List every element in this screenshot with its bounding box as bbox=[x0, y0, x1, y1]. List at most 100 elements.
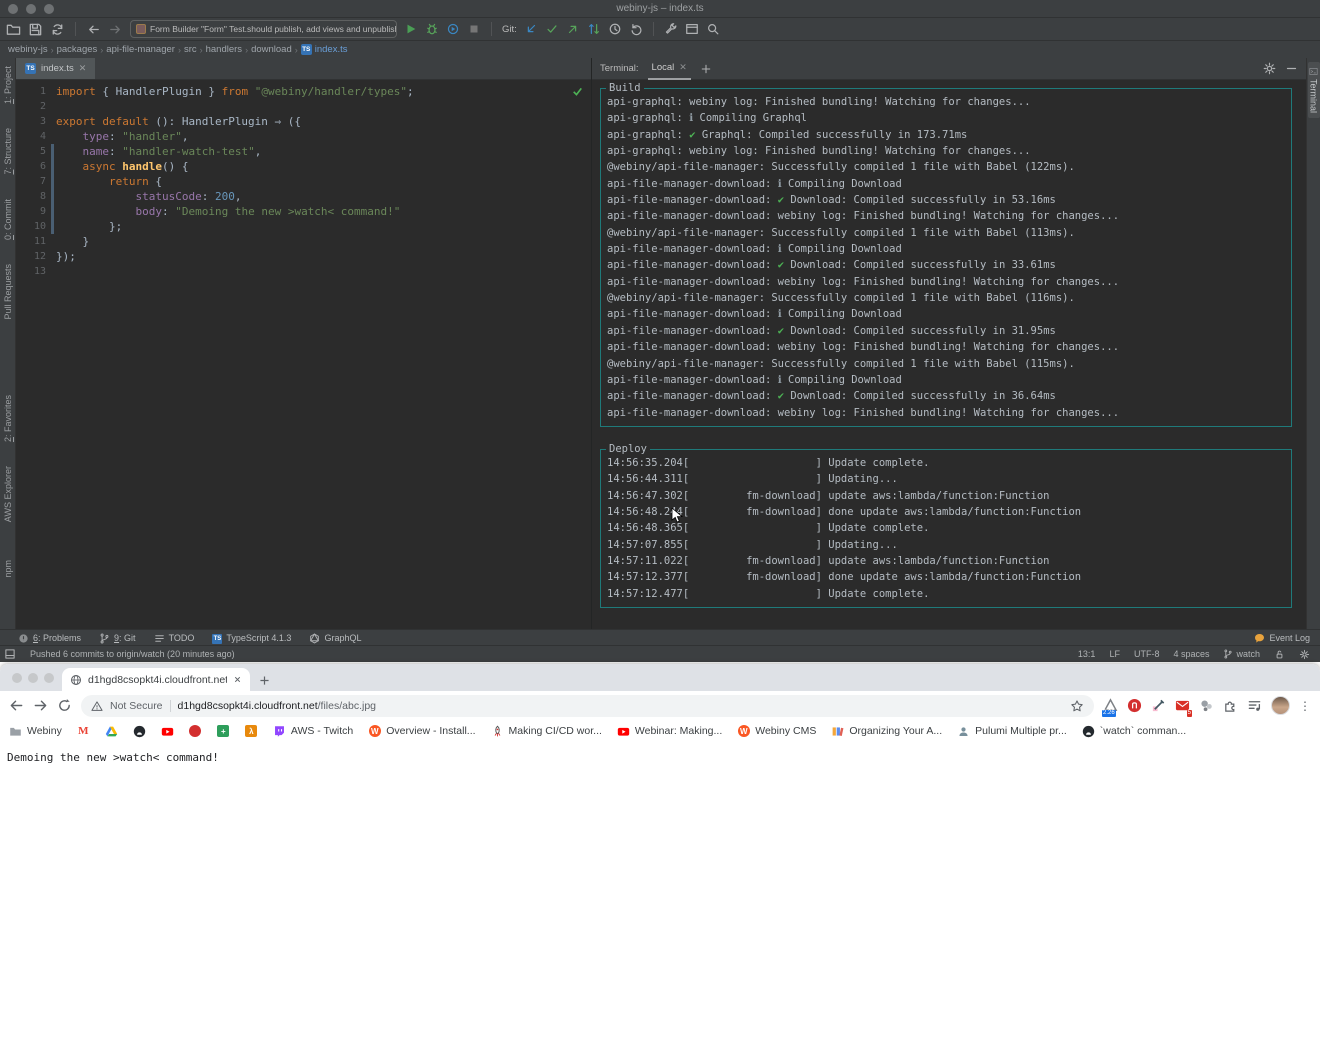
forward-button[interactable] bbox=[33, 698, 48, 713]
browser-menu-icon[interactable]: ⋮ bbox=[1299, 700, 1311, 712]
close-tab-icon[interactable] bbox=[233, 675, 242, 684]
bookmark-star-icon[interactable] bbox=[1070, 699, 1084, 713]
timer-extension-icon[interactable]: 2.26 bbox=[1103, 698, 1118, 713]
close-window-button[interactable] bbox=[12, 673, 22, 683]
bookmark-item[interactable]: M bbox=[77, 725, 90, 738]
stop-button[interactable] bbox=[467, 22, 481, 36]
bookmark-item[interactable] bbox=[133, 725, 146, 738]
status-message[interactable]: Pushed 6 commits to origin/watch (20 min… bbox=[30, 649, 235, 659]
bookmark-item[interactable]: `watch` comman... bbox=[1082, 725, 1186, 738]
history-icon[interactable] bbox=[608, 22, 622, 36]
bookmark-item[interactable] bbox=[189, 725, 202, 738]
tool-window-icon[interactable] bbox=[685, 22, 699, 36]
minimize-window-button[interactable] bbox=[28, 673, 38, 683]
not-secure-warning-icon[interactable] bbox=[91, 700, 103, 712]
rollback-icon[interactable] bbox=[629, 22, 643, 36]
git-branch-widget[interactable]: watch bbox=[1223, 649, 1260, 659]
open-folder-icon[interactable] bbox=[6, 22, 21, 37]
breadcrumb-item[interactable]: src bbox=[184, 44, 197, 55]
run-button[interactable] bbox=[404, 22, 418, 36]
back-button[interactable] bbox=[9, 698, 24, 713]
breadcrumb-item[interactable]: webiny-js bbox=[8, 44, 48, 55]
indent-indicator[interactable]: 4 spaces bbox=[1173, 649, 1209, 659]
extensions-puzzle-icon[interactable] bbox=[1223, 698, 1238, 713]
write-access-lock-icon[interactable] bbox=[1274, 649, 1285, 660]
line-number: 11 bbox=[16, 234, 56, 249]
terminal-tab-local[interactable]: Local ✕ bbox=[648, 57, 691, 80]
breadcrumb-item[interactable]: handlers bbox=[206, 44, 242, 55]
bookmark-item[interactable]: AWS - Twitch bbox=[273, 725, 353, 738]
editor-tab-index-ts[interactable]: TS index.ts ✕ bbox=[16, 58, 95, 79]
save-all-icon[interactable] bbox=[28, 22, 43, 37]
mail-extension-icon[interactable]: 5 bbox=[1175, 698, 1190, 713]
tool-stripe-aws-explorer[interactable]: AWS Explorer bbox=[3, 466, 13, 522]
git-commit-button[interactable] bbox=[545, 22, 559, 36]
tool-stripe-commit[interactable]: 0: Commit bbox=[3, 199, 13, 240]
bookmark-item[interactable]: Webiny bbox=[9, 725, 62, 738]
profile-avatar[interactable] bbox=[1271, 696, 1290, 715]
bookmark-item[interactable]: Pulumi Multiple pr... bbox=[957, 725, 1067, 738]
tool-stripe-pull-requests[interactable]: Pull Requests bbox=[3, 264, 13, 320]
run-configuration-select[interactable]: Form Builder "Form" Test.should publish,… bbox=[130, 20, 397, 38]
highlighting-level-icon[interactable] bbox=[1299, 649, 1310, 660]
debug-button[interactable] bbox=[425, 22, 439, 36]
breadcrumb-item[interactable]: download bbox=[251, 44, 292, 55]
caret-position[interactable]: 13:1 bbox=[1078, 649, 1096, 659]
bookmark-item[interactable]: WWebiny CMS bbox=[737, 725, 816, 738]
git-compare-button[interactable] bbox=[587, 22, 601, 36]
tool-stripe-project[interactable]: 1: Project bbox=[3, 66, 13, 104]
hide-terminal-icon[interactable] bbox=[1285, 62, 1298, 75]
bookmark-item[interactable]: + bbox=[217, 725, 230, 738]
browser-tab[interactable]: d1hgd8csopkt4i.cloudfront.net bbox=[62, 668, 250, 691]
breadcrumb-item[interactable]: packages bbox=[57, 44, 98, 55]
toolwindow-button-9-git[interactable]: 9: Git bbox=[99, 633, 136, 644]
run-with-coverage-button[interactable] bbox=[446, 22, 460, 36]
breadcrumb-item[interactable]: TSindex.ts bbox=[301, 44, 348, 55]
sync-icon[interactable] bbox=[50, 22, 65, 37]
back-icon[interactable] bbox=[86, 22, 101, 37]
tool-stripe-structure[interactable]: 7: Structure bbox=[3, 128, 13, 175]
event-log-button[interactable]: Event Log bbox=[1254, 633, 1310, 644]
search-icon[interactable] bbox=[706, 22, 720, 36]
bookmark-item[interactable]: Making CI/CD wor... bbox=[491, 725, 602, 738]
toolwindow-button-graphql[interactable]: GraphQL bbox=[309, 633, 361, 644]
toolwindow-button-typescript-4.1.3[interactable]: TSTypeScript 4.1.3 bbox=[212, 632, 291, 644]
drive-icon bbox=[105, 725, 118, 738]
tool-stripe-terminal[interactable]: Terminal bbox=[1308, 62, 1320, 118]
new-tab-button[interactable] bbox=[258, 674, 271, 687]
playlist-extension-icon[interactable] bbox=[1247, 698, 1262, 713]
toolwindow-toggle-icon[interactable] bbox=[4, 648, 16, 660]
close-tab-icon[interactable]: ✕ bbox=[79, 63, 87, 74]
git-update-button[interactable] bbox=[524, 22, 538, 36]
forward-icon[interactable] bbox=[108, 22, 123, 37]
zoom-window-button[interactable] bbox=[44, 673, 54, 683]
bookmark-item[interactable] bbox=[105, 725, 118, 738]
git-push-button[interactable] bbox=[566, 22, 580, 36]
reload-button[interactable] bbox=[57, 698, 72, 713]
breadcrumb-item[interactable]: api-file-manager bbox=[106, 44, 175, 55]
toolwindow-button-6-problems[interactable]: 6: Problems bbox=[18, 633, 81, 644]
editor-code[interactable]: 1import { HandlerPlugin } from "@webiny/… bbox=[16, 80, 591, 630]
terminal-output[interactable]: Build api-graphql: webiny log: Finished … bbox=[592, 80, 1306, 630]
address-bar[interactable]: Not Secure d1hgd8csopkt4i.cloudfront.net… bbox=[81, 695, 1094, 717]
typescript-file-icon: TS bbox=[301, 44, 312, 55]
tool-stripe-favorites[interactable]: 2: Favorites bbox=[3, 395, 13, 442]
bookmark-item[interactable]: Organizing Your A... bbox=[831, 725, 942, 738]
bookmark-item[interactable]: WOverview - Install... bbox=[368, 725, 475, 738]
bookmark-item[interactable]: Webinar: Making... bbox=[617, 725, 722, 738]
bookmark-label: Webinar: Making... bbox=[635, 725, 722, 737]
line-ending-indicator[interactable]: LF bbox=[1109, 649, 1120, 659]
adblock-extension-icon[interactable] bbox=[1127, 698, 1142, 713]
bookmark-item[interactable] bbox=[161, 725, 174, 738]
terminal-settings-gear-icon[interactable] bbox=[1263, 62, 1276, 75]
misc-extension-icon[interactable] bbox=[1199, 698, 1214, 713]
new-terminal-tab-button[interactable] bbox=[700, 63, 712, 75]
encoding-indicator[interactable]: UTF-8 bbox=[1134, 649, 1160, 659]
bookmark-item[interactable]: λ bbox=[245, 725, 258, 738]
colorpicker-extension-icon[interactable] bbox=[1151, 698, 1166, 713]
close-terminal-tab-icon[interactable]: ✕ bbox=[679, 62, 687, 73]
tool-stripe-npm[interactable]: npm bbox=[3, 560, 13, 578]
toolwindow-button-todo[interactable]: TODO bbox=[154, 633, 195, 644]
wrench-icon[interactable] bbox=[664, 22, 678, 36]
line-number: 9 bbox=[16, 204, 56, 219]
